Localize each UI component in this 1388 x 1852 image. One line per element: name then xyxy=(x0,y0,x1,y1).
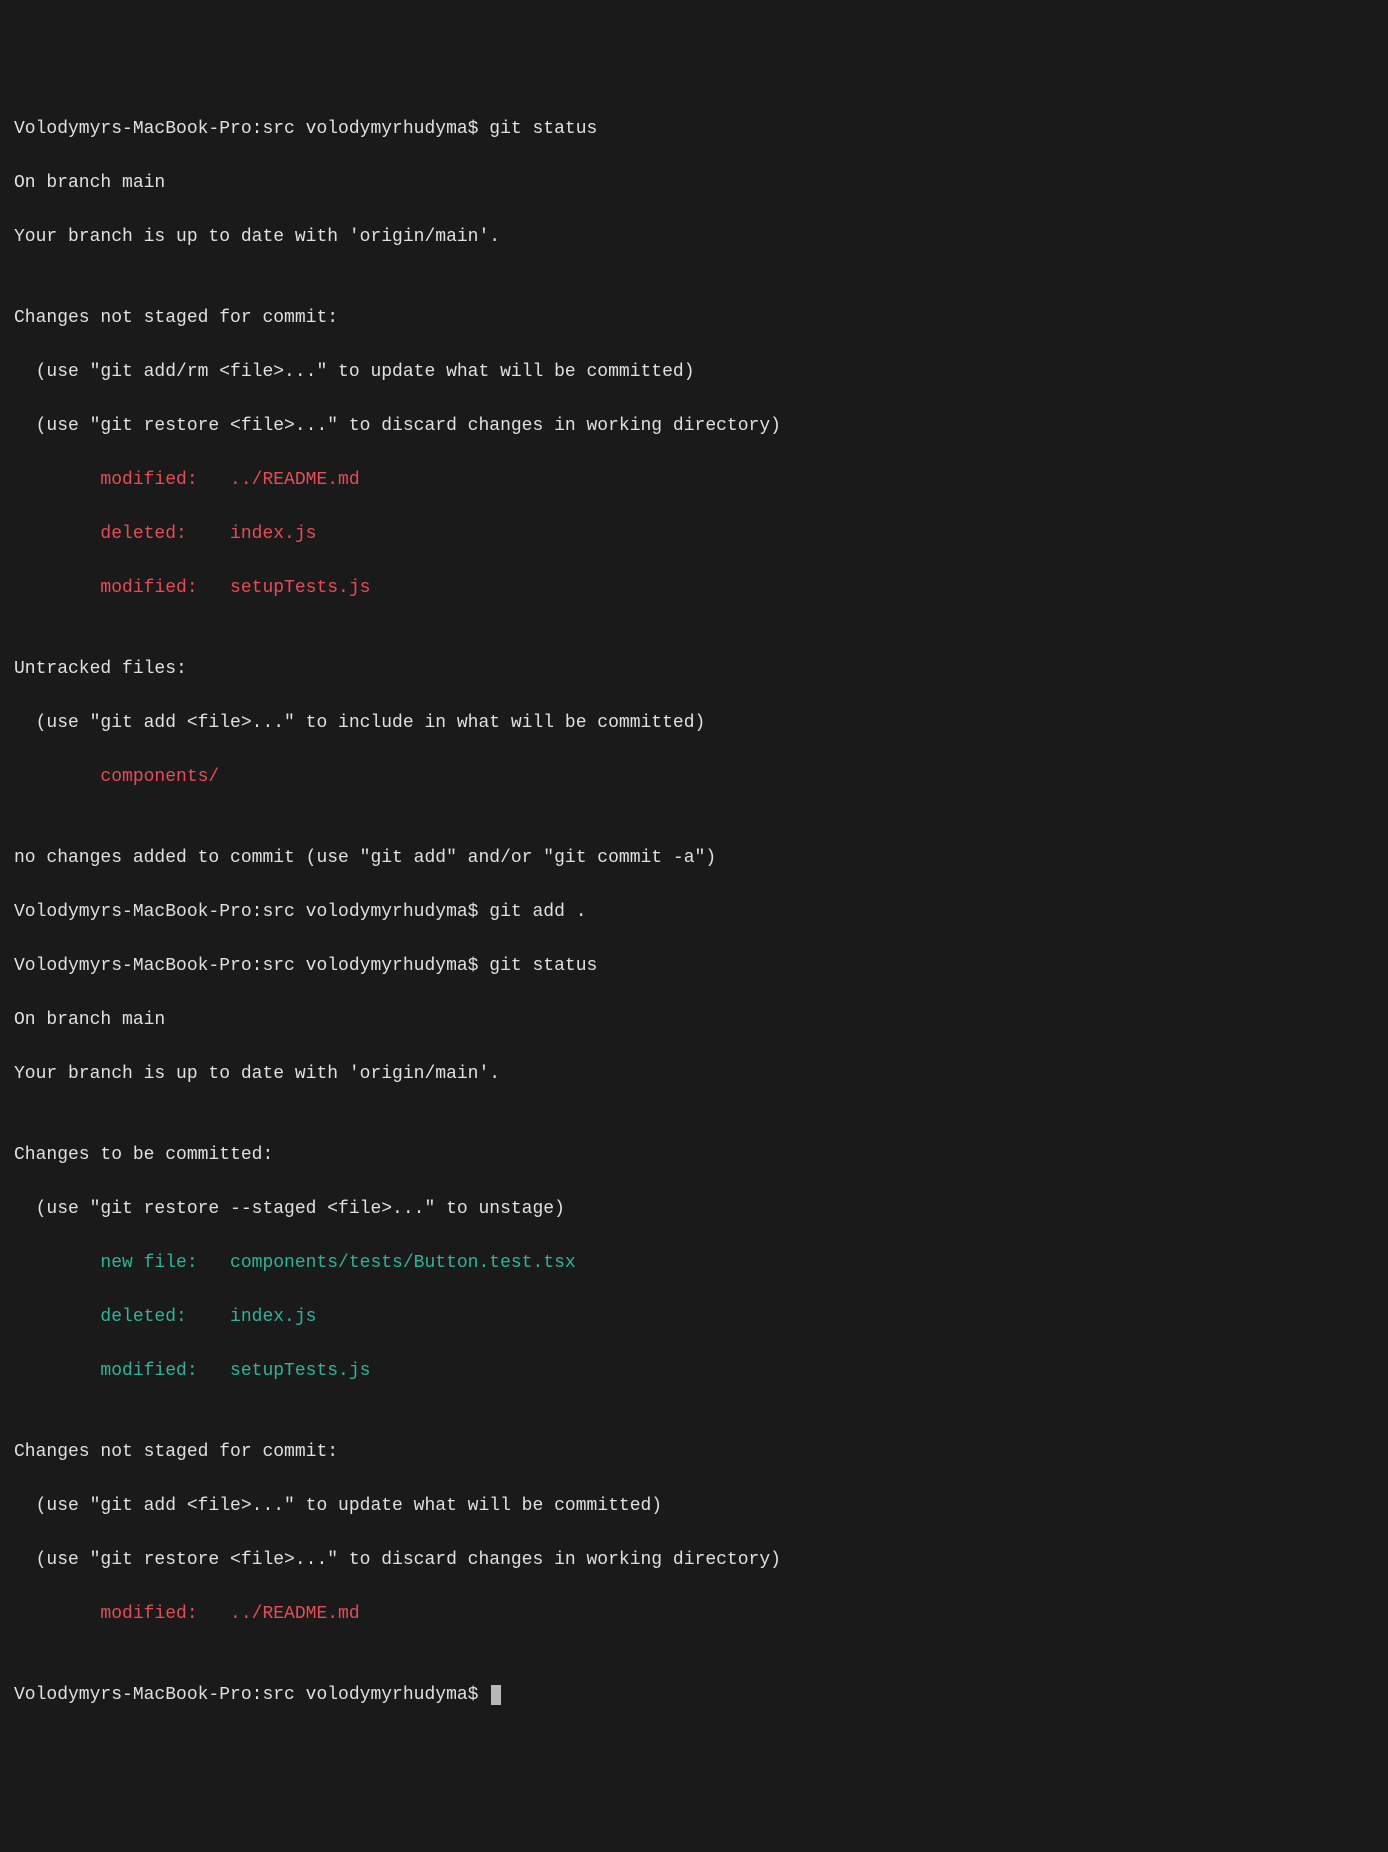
section-header: Changes not staged for commit: xyxy=(14,305,1374,332)
output-line: On branch main xyxy=(14,170,1374,197)
deleted-file: deleted: index.js xyxy=(14,1304,1374,1331)
output-line: no changes added to commit (use "git add… xyxy=(14,845,1374,872)
prompt: Volodymyrs-MacBook-Pro:src volodymyrhudy… xyxy=(14,956,489,976)
output-line: Your branch is up to date with 'origin/m… xyxy=(14,1061,1374,1088)
hint-line: (use "git add/rm <file>..." to update wh… xyxy=(14,359,1374,386)
hint-line: (use "git restore --staged <file>..." to… xyxy=(14,1196,1374,1223)
hint-line: (use "git add <file>..." to include in w… xyxy=(14,710,1374,737)
command: git status xyxy=(489,956,597,976)
output-line: Your branch is up to date with 'origin/m… xyxy=(14,224,1374,251)
section-header: Changes not staged for commit: xyxy=(14,1439,1374,1466)
modified-file: modified: ../README.md xyxy=(14,1601,1374,1628)
section-header: Changes to be committed: xyxy=(14,1142,1374,1169)
prompt: Volodymyrs-MacBook-Pro:src volodymyrhudy… xyxy=(14,1685,489,1705)
deleted-file: deleted: index.js xyxy=(14,521,1374,548)
section-header: Untracked files: xyxy=(14,656,1374,683)
prompt: Volodymyrs-MacBook-Pro:src volodymyrhudy… xyxy=(14,902,489,922)
output-line: On branch main xyxy=(14,1007,1374,1034)
hint-line: (use "git restore <file>..." to discard … xyxy=(14,1547,1374,1574)
modified-file: modified: ../README.md xyxy=(14,467,1374,494)
hint-line: (use "git restore <file>..." to discard … xyxy=(14,413,1374,440)
terminal-line: Volodymyrs-MacBook-Pro:src volodymyrhudy… xyxy=(14,899,1374,926)
modified-file: modified: setupTests.js xyxy=(14,1358,1374,1385)
command: git add . xyxy=(489,902,586,922)
hint-line: (use "git add <file>..." to update what … xyxy=(14,1493,1374,1520)
new-file: new file: components/tests/Button.test.t… xyxy=(14,1250,1374,1277)
untracked-file: components/ xyxy=(14,764,1374,791)
terminal-line[interactable]: Volodymyrs-MacBook-Pro:src volodymyrhudy… xyxy=(14,1682,1374,1709)
modified-file: modified: setupTests.js xyxy=(14,575,1374,602)
terminal-line: Volodymyrs-MacBook-Pro:src volodymyrhudy… xyxy=(14,953,1374,980)
command: git status xyxy=(489,119,597,139)
prompt: Volodymyrs-MacBook-Pro:src volodymyrhudy… xyxy=(14,119,489,139)
cursor-icon xyxy=(491,1685,501,1705)
terminal-line: Volodymyrs-MacBook-Pro:src volodymyrhudy… xyxy=(14,116,1374,143)
